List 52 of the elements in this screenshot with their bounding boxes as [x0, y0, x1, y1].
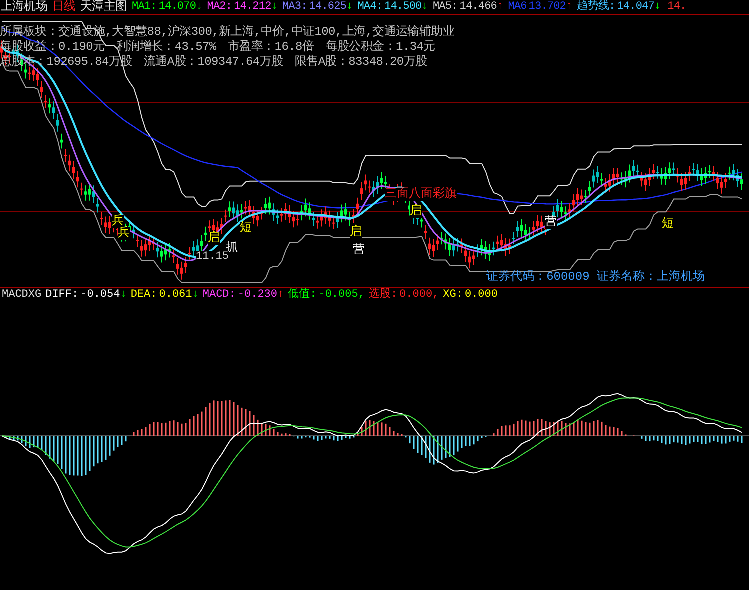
indicator-value: 14.500 — [384, 0, 422, 14]
indicator-value: 0.061 — [159, 288, 192, 301]
trend-arrow: ↓ — [654, 0, 661, 14]
indicator-value: 0.000, — [400, 288, 440, 301]
indicator-value: 0.000 — [464, 288, 498, 301]
trend-arrow: ↓ — [422, 0, 428, 14]
indicator-label: 趋势线: — [577, 0, 616, 14]
indicator-label: MA1: — [132, 0, 157, 14]
stock-name: 上海机场 — [1, 0, 48, 14]
trend-arrow: ↑ — [278, 288, 284, 301]
indicator-label: DIFF: — [46, 288, 79, 301]
signal-mark: 三面八面彩旗 — [385, 188, 457, 201]
indicator-label: MA3: — [282, 0, 308, 14]
signal-mark: 营 — [545, 216, 557, 229]
trend-arrow: ↓ — [346, 0, 353, 14]
indicator-value: 14. — [668, 0, 686, 14]
indicator-value: -0.230 — [238, 288, 278, 301]
signal-mark: 短 — [662, 218, 674, 231]
signal-mark: 兵 — [118, 227, 130, 240]
signal-mark: 短 — [240, 222, 252, 235]
trend-arrow: ↑ — [566, 0, 572, 14]
trend-arrow: ↓ — [120, 288, 127, 301]
trend-arrow: ↑ — [496, 0, 504, 14]
signal-mark: 启 — [350, 226, 362, 239]
indicator-label: MA6 — [508, 0, 527, 14]
indicator-value: 14.047 — [617, 0, 654, 14]
period-label: 日线 — [52, 0, 76, 14]
indicator-value: 14.212 — [234, 0, 272, 14]
trend-arrow: ↓ — [196, 0, 202, 14]
signal-mark: 兵 — [112, 215, 124, 228]
indicator-label: 低值: — [288, 288, 317, 301]
indicator-value: -0.005, — [318, 288, 365, 301]
indicator-value: 14.070 — [158, 0, 196, 14]
indicator-label: MA4: — [358, 0, 383, 14]
indicator-title: MACDXG — [2, 288, 42, 301]
indicator-value: 13.702 — [528, 0, 566, 14]
indicator-value: 14.625 — [309, 0, 347, 14]
indicator-value: -0.054 — [80, 288, 120, 301]
trend-arrow: ↓ — [192, 288, 199, 301]
indicator-label: XG: — [443, 288, 463, 301]
indicator-label: MA5: — [432, 0, 458, 14]
signal-mark: 营 — [353, 244, 365, 257]
indicator-label: MA2: — [207, 0, 232, 14]
signal-mark: 启 — [208, 232, 220, 245]
template-name: 天潭主图 — [80, 0, 128, 14]
indicator-label: MACD: — [202, 288, 236, 301]
security-info: 证券代码：600009 证券名称：上海机场 — [486, 270, 705, 284]
trend-arrow: ↓ — [271, 0, 278, 14]
indicator-label: DEA: — [130, 288, 158, 301]
signal-mark: 启 — [410, 205, 422, 218]
indicator-value: 14.466 — [460, 0, 497, 14]
indicator-label: 选股: — [368, 288, 398, 301]
